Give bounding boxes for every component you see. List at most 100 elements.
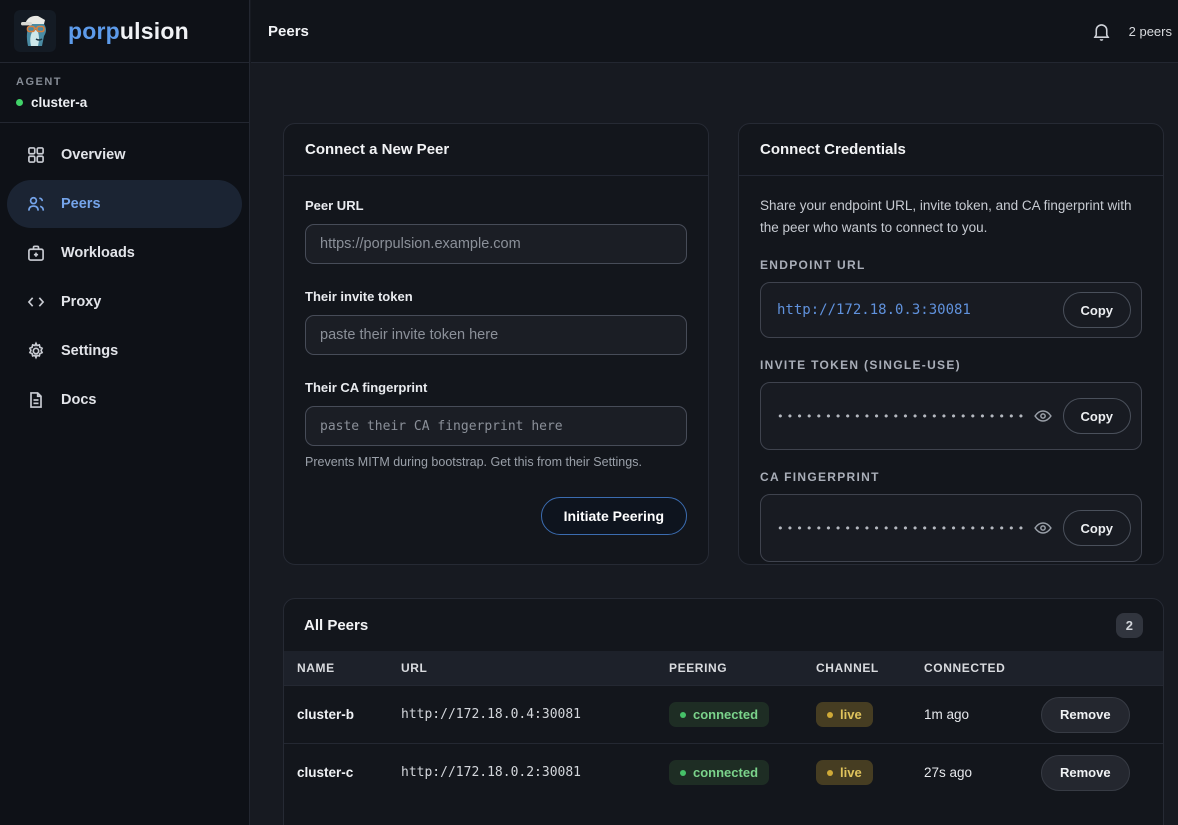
brand-header: porpulsion (0, 0, 249, 63)
peers-table-header: NAME URL PEERING CHANNEL CONNECTED (284, 651, 1163, 685)
copy-invite-token-button[interactable]: Copy (1063, 398, 1132, 434)
credentials-card-header: Connect Credentials (739, 124, 1163, 176)
invite-token-label: Their invite token (305, 289, 413, 304)
channel-status-text: live (840, 707, 862, 722)
channel-status-badge: live (816, 702, 873, 727)
gear-icon (26, 341, 46, 361)
remove-peer-button[interactable]: Remove (1041, 697, 1130, 733)
brand-name-suffix: ulsion (120, 18, 189, 44)
actions-cell: Remove (1041, 697, 1143, 733)
peer-count-badge: 2 (1116, 613, 1143, 638)
channel-status-badge: live (816, 760, 873, 785)
channel-cell: live (816, 760, 924, 785)
form-actions: Initiate Peering (305, 497, 687, 535)
invite-token-section-label: INVITE TOKEN (SINGLE-USE) (760, 358, 1142, 372)
status-dot (827, 712, 833, 718)
peering-cell: connected (669, 702, 816, 727)
arrows-icon (26, 292, 46, 312)
all-peers-header: All Peers 2 (284, 599, 1163, 651)
sidebar-item-peers[interactable]: Peers (7, 180, 242, 228)
ca-fingerprint-label: Their CA fingerprint (305, 380, 427, 395)
initiate-peering-button[interactable]: Initiate Peering (541, 497, 687, 535)
ca-helper-text: Prevents MITM during bootstrap. Get this… (305, 455, 687, 469)
peering-status-badge: connected (669, 760, 769, 785)
peer-name: cluster-c (297, 765, 401, 780)
sidebar-item-label: Settings (61, 343, 118, 359)
connect-form: Peer URL Their invite token Their CA fin… (284, 176, 708, 556)
briefcase-icon (26, 243, 46, 263)
eye-icon[interactable] (1033, 518, 1053, 538)
brand-name-prefix: porp (68, 18, 120, 44)
channel-status-text: live (840, 765, 862, 780)
peer-count-text: 2 peers (1129, 24, 1172, 39)
copy-ca-fingerprint-button[interactable]: Copy (1063, 510, 1132, 546)
actions-cell: Remove (1041, 755, 1143, 791)
endpoint-url-value: http://172.18.0.3:30081 (777, 302, 1053, 318)
status-dot (680, 712, 686, 718)
sidebar-item-label: Proxy (61, 294, 101, 310)
status-dot (680, 770, 686, 776)
sidebar-item-docs[interactable]: Docs (7, 376, 242, 424)
ca-fingerprint-section-label: CA FINGERPRINT (760, 470, 1142, 484)
ca-fingerprint-box: •••••••••••••••••••••••••••••••… Copy (760, 494, 1142, 562)
credentials-description: Share your endpoint URL, invite token, a… (760, 195, 1142, 238)
all-peers-card: All Peers 2 NAME URL PEERING CHANNEL CON… (283, 598, 1164, 825)
grid-icon (26, 145, 46, 165)
endpoint-url-label: ENDPOINT URL (760, 258, 1142, 272)
table-row: cluster-b http://172.18.0.4:30081 connec… (284, 685, 1163, 743)
connect-card-header: Connect a New Peer (284, 124, 708, 176)
column-header-name: NAME (297, 661, 401, 675)
brand-name: porpulsion (68, 18, 189, 45)
agent-label: AGENT (16, 76, 233, 88)
ca-fingerprint-input[interactable] (305, 406, 687, 446)
table-row: cluster-c http://172.18.0.2:30081 connec… (284, 743, 1163, 801)
topbar-right: 2 peers (1091, 21, 1172, 42)
invite-token-masked-value: •••••••••••••••••••••••••••••••… (777, 410, 1023, 423)
endpoint-url-box: http://172.18.0.3:30081 Copy (760, 282, 1142, 338)
peer-url: http://172.18.0.2:30081 (401, 765, 669, 780)
agent-block: AGENT cluster-a (0, 63, 249, 123)
peer-url: http://172.18.0.4:30081 (401, 707, 669, 722)
sidebar-item-label: Docs (61, 392, 96, 408)
invite-token-input[interactable] (305, 315, 687, 355)
status-dot (827, 770, 833, 776)
peering-status-badge: connected (669, 702, 769, 727)
peer-url-label: Peer URL (305, 198, 364, 213)
sidebar-item-overview[interactable]: Overview (7, 131, 242, 179)
sidebar: porpulsion AGENT cluster-a Overview Peer… (0, 0, 250, 825)
agent-name: cluster-a (16, 95, 233, 110)
agent-status-dot (16, 99, 23, 106)
peer-name: cluster-b (297, 707, 401, 722)
sidebar-item-proxy[interactable]: Proxy (7, 278, 242, 326)
peer-url-input[interactable] (305, 224, 687, 264)
sidebar-item-label: Peers (61, 196, 101, 212)
sidebar-nav: Overview Peers Workloads Proxy (0, 123, 249, 432)
connected-ago: 27s ago (924, 765, 1041, 780)
copy-endpoint-button[interactable]: Copy (1063, 292, 1132, 328)
document-icon (26, 390, 46, 410)
eye-icon[interactable] (1033, 406, 1053, 426)
page-title: Peers (268, 23, 309, 40)
sidebar-item-workloads[interactable]: Workloads (7, 229, 242, 277)
sidebar-item-label: Workloads (61, 245, 135, 261)
sidebar-item-label: Overview (61, 147, 126, 163)
column-header-peering: PEERING (669, 661, 816, 675)
peering-status-text: connected (693, 707, 758, 722)
remove-peer-button[interactable]: Remove (1041, 755, 1130, 791)
column-header-connected: CONNECTED (924, 661, 1041, 675)
bell-icon[interactable] (1091, 21, 1112, 42)
topbar: Peers 2 peers (251, 0, 1178, 63)
column-header-channel: CHANNEL (816, 661, 924, 675)
users-icon (26, 194, 46, 214)
porpulsion-logo-icon (14, 10, 56, 52)
connected-ago: 1m ago (924, 707, 1041, 722)
channel-cell: live (816, 702, 924, 727)
credentials-card-title: Connect Credentials (760, 141, 906, 158)
sidebar-item-settings[interactable]: Settings (7, 327, 242, 375)
ca-fingerprint-masked-value: •••••••••••••••••••••••••••••••… (777, 522, 1023, 535)
invite-token-box: •••••••••••••••••••••••••••••••… Copy (760, 382, 1142, 450)
column-header-url: URL (401, 661, 669, 675)
peering-cell: connected (669, 760, 816, 785)
peering-status-text: connected (693, 765, 758, 780)
credentials-body: Share your endpoint URL, invite token, a… (739, 176, 1163, 581)
